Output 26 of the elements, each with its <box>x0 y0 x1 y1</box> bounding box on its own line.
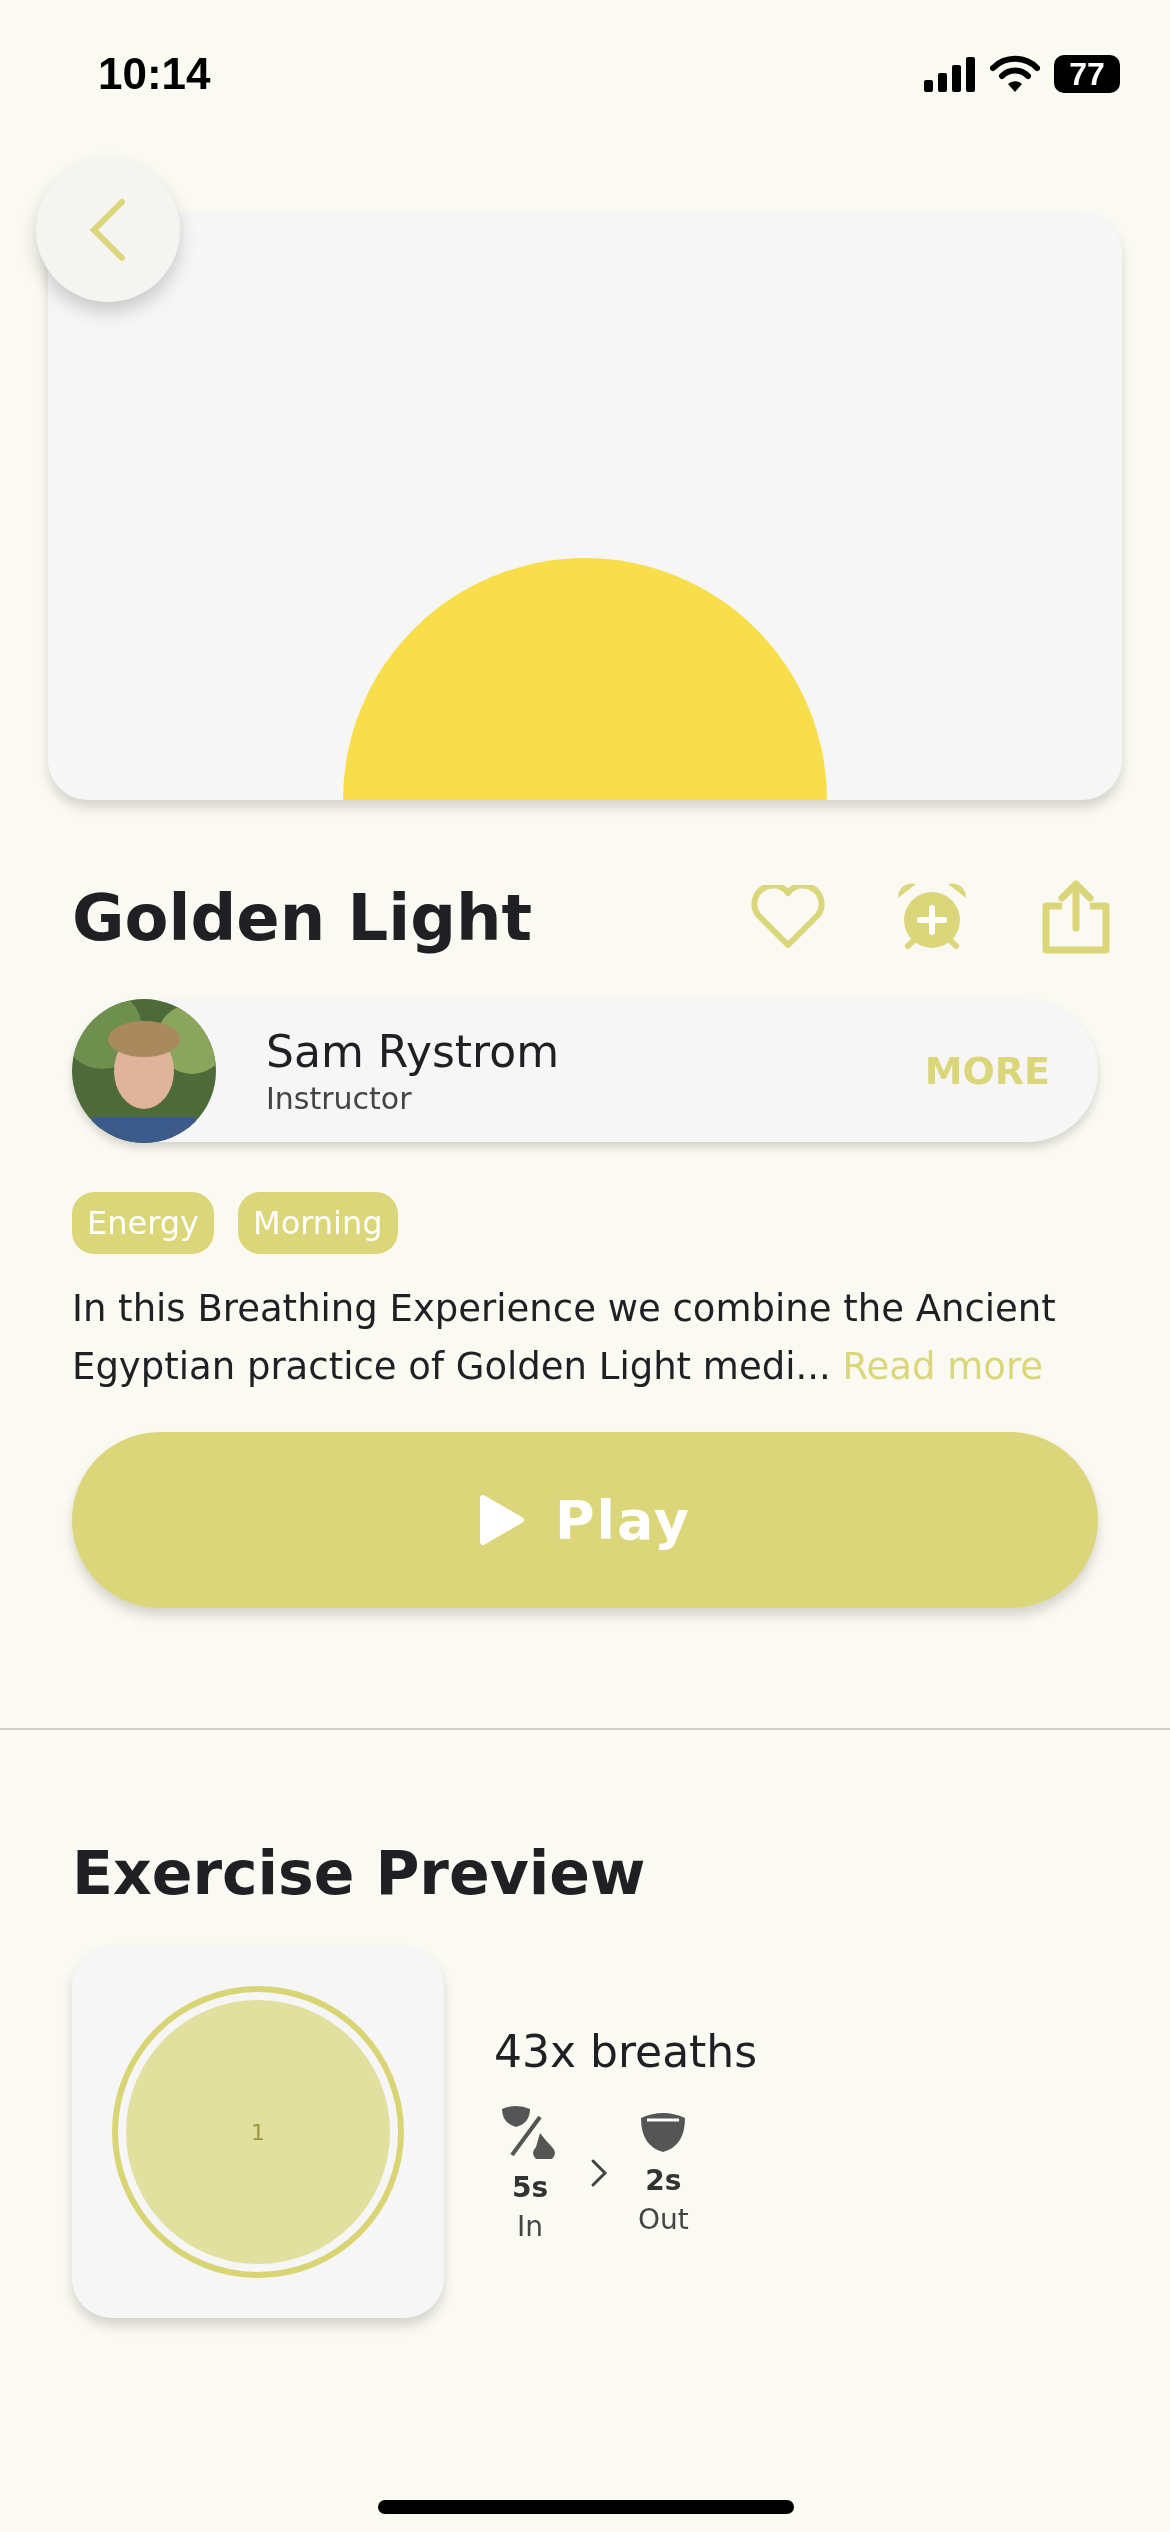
instructor-role: Instructor <box>266 1081 413 1116</box>
breaths-count: 43x breaths <box>494 2026 758 2077</box>
play-button[interactable]: Play <box>72 1432 1098 1608</box>
read-more-link[interactable]: Read more <box>842 1345 1044 1388</box>
more-link[interactable]: MORE <box>924 1049 1050 1093</box>
instructor-card[interactable]: Sam Rystrom Instructor MORE <box>72 1000 1098 1142</box>
chevron-icon <box>590 2158 608 2188</box>
description-text: In this Breathing Experience we combine the Ancient Egyptian practice of Golden Light medi... Read more <box>72 1286 1057 1390</box>
phase-label: Out <box>638 2203 689 2236</box>
back-icon <box>88 198 128 262</box>
battery-icon: 77 <box>1054 55 1120 93</box>
session-title: Golden Light <box>72 881 533 955</box>
tag: Energy <box>72 1192 215 1254</box>
breath-count: 1 <box>251 2119 265 2145</box>
section-title: Exercise Preview <box>72 1838 647 1908</box>
wifi-icon <box>990 55 1040 93</box>
heart-icon[interactable] <box>750 885 826 951</box>
phase-label: In <box>517 2210 543 2243</box>
instructor-name: Sam Rystrom <box>266 1026 561 1077</box>
tag: Morning <box>238 1192 398 1254</box>
phase-duration: 2s <box>645 2164 682 2197</box>
signal-icon <box>924 56 976 92</box>
phase-duration: 5s <box>511 2171 549 2204</box>
play-icon <box>478 1494 525 1546</box>
status-time: 10:14 <box>98 49 211 99</box>
mouth-icon <box>639 2110 688 2154</box>
